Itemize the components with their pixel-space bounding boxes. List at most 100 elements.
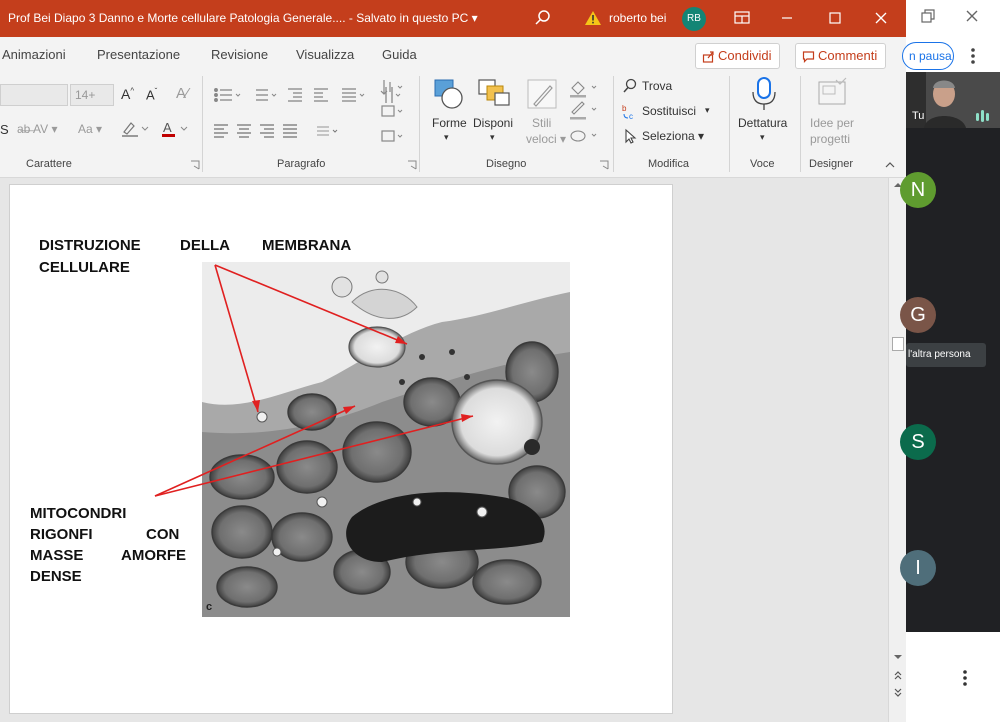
participant-avatar-i[interactable]: I: [900, 550, 936, 586]
more-options-icon[interactable]: [968, 46, 978, 66]
arrowhead: [343, 406, 355, 414]
chevron-down-icon: ▾: [760, 132, 765, 142]
quick-styles-button[interactable]: Stili veloci ▾: [520, 76, 566, 156]
search-icon[interactable]: [533, 8, 553, 28]
participant-avatar-n[interactable]: N: [900, 172, 936, 208]
close-icon[interactable]: [866, 6, 896, 30]
arrange-label: Disponi: [473, 116, 514, 130]
comments-button[interactable]: Commenti: [795, 43, 887, 69]
dictate-button[interactable]: Dettatura ▾: [736, 76, 792, 156]
restore-window-icon[interactable]: [918, 6, 938, 26]
arrowhead: [461, 414, 473, 422]
pause-button[interactable]: n pausa: [902, 42, 954, 70]
shrink-font-icon[interactable]: Aˇ: [146, 87, 157, 102]
dictate-label: Dettatura: [738, 116, 788, 130]
participant-avatar-s[interactable]: S: [900, 424, 936, 460]
group-separator: [800, 76, 801, 172]
arrowhead: [252, 400, 260, 412]
chevron-down-icon: ▾: [490, 132, 495, 142]
tab-animazioni[interactable]: Animazioni: [2, 47, 66, 62]
character-spacing-icon[interactable]: a̶b̶ AV ▾: [17, 122, 58, 136]
font-size-input[interactable]: 14+: [70, 84, 114, 106]
next-slide-icon[interactable]: [892, 686, 904, 700]
font-color-a-icon: A: [162, 120, 188, 137]
group-carattere: Carattere: [26, 158, 72, 170]
meeting-bottom-bar: [906, 632, 1000, 722]
warning-icon[interactable]: [584, 10, 602, 26]
chevron-down-icon: ▾: [444, 132, 449, 142]
change-case-icon[interactable]: Aa ▾: [78, 122, 102, 136]
more-vert-icon[interactable]: [960, 668, 970, 688]
svg-text:b: b: [622, 104, 627, 113]
tooltip-text: l'altra persona: [908, 349, 971, 360]
group-designer: Designer: [809, 158, 854, 170]
svg-text:c: c: [629, 112, 633, 121]
dialog-launcher-icon[interactable]: [190, 160, 200, 170]
design-ideas-button[interactable]: Idee per progetti: [806, 76, 860, 156]
replace-icon: b c: [622, 104, 633, 121]
share-button[interactable]: Condividi: [695, 43, 781, 69]
minimize-icon[interactable]: [772, 6, 802, 30]
tab-revisione[interactable]: Revisione: [211, 47, 268, 62]
quick-styles-label-1: Stili: [532, 116, 552, 130]
previous-slide-icon[interactable]: [892, 668, 904, 682]
close-panel-icon[interactable]: [962, 6, 982, 26]
find-icon: [623, 78, 637, 93]
grow-font-icon[interactable]: A^: [121, 86, 134, 102]
replace-button[interactable]: b c Sostituisci ▾: [622, 103, 722, 121]
ribbon: 14+ A^ Aˇ A⁄ S a̶b̶ AV ▾ Aa ▾ A Caratter…: [0, 72, 906, 178]
group-separator: [202, 76, 203, 172]
arrange-button[interactable]: Disponi ▾: [472, 76, 518, 154]
tab-guida[interactable]: Guida: [382, 47, 417, 62]
user-avatar[interactable]: RB: [682, 7, 706, 31]
group-modifica: Modifica: [648, 158, 689, 170]
powerpoint-window: Prof Bei Diapo 3 Danno e Morte cellulare…: [0, 0, 906, 722]
strikethrough-icon[interactable]: S: [0, 122, 9, 137]
find-label: Trova: [642, 79, 673, 93]
dialog-launcher-icon[interactable]: [407, 160, 417, 170]
shapes-button[interactable]: Forme ▾: [428, 76, 470, 154]
quick-styles-icon: [527, 79, 557, 109]
arrowhead: [395, 336, 407, 344]
arrow-mitochondria-lower: [154, 415, 474, 497]
design-ideas-label-1: Idee per: [810, 116, 855, 130]
dialog-launcher-icon[interactable]: [599, 160, 609, 170]
comments-label: Commenti: [818, 48, 878, 63]
svg-text:A: A: [163, 120, 172, 135]
find-button[interactable]: Trova: [622, 78, 712, 96]
group-voce: Voce: [750, 158, 775, 170]
slide[interactable]: DISTRUZIONE DELLA MEMBRANA CELLULARE MIT…: [9, 184, 673, 714]
group-separator: [613, 76, 614, 172]
maximize-icon[interactable]: [820, 6, 850, 30]
scrollbar-thumb[interactable]: [892, 337, 904, 351]
title-bar: Prof Bei Diapo 3 Danno e Morte cellulare…: [0, 0, 906, 37]
font-size-value: 14+: [75, 88, 96, 102]
user-name[interactable]: roberto bei: [609, 11, 666, 25]
collapse-ribbon-icon[interactable]: [884, 160, 896, 170]
participant-avatar-g[interactable]: G: [900, 297, 936, 333]
annotation-arrows: [154, 264, 474, 497]
select-label: Seleziona ▾: [642, 129, 705, 143]
font-size-box[interactable]: [0, 84, 68, 106]
select-button[interactable]: Seleziona ▾: [622, 128, 712, 146]
ribbon-display-options-icon[interactable]: [727, 6, 757, 30]
pause-label: n pausa: [909, 49, 952, 63]
highlighter-icon: [122, 122, 149, 137]
scroll-down-icon[interactable]: [892, 652, 904, 662]
screen: Prof Bei Diapo 3 Danno e Morte cellulare…: [0, 0, 1000, 722]
tab-visualizza[interactable]: Visualizza: [296, 47, 354, 62]
highlight-icon[interactable]: [120, 120, 150, 141]
microphone-icon: [752, 77, 776, 110]
font-color-icon[interactable]: A: [160, 120, 190, 141]
tab-presentazione[interactable]: Presentazione: [97, 47, 180, 62]
slide-editing-area: DISTRUZIONE DELLA MEMBRANA CELLULARE MIT…: [0, 178, 906, 722]
shapes-label: Forme: [432, 116, 467, 130]
shape-format-icons[interactable]: [566, 78, 602, 148]
clear-formatting-icon[interactable]: A⁄: [176, 85, 189, 102]
meeting-top-bar: n pausa: [902, 0, 1000, 72]
self-video-tile[interactable]: Tu: [906, 72, 1000, 128]
arrow-mitochondria-upper: [154, 405, 356, 497]
document-title[interactable]: Prof Bei Diapo 3 Danno e Morte cellulare…: [8, 11, 478, 25]
quick-styles-label-2: veloci ▾: [526, 132, 567, 146]
text-direction-icons[interactable]: [378, 76, 408, 156]
